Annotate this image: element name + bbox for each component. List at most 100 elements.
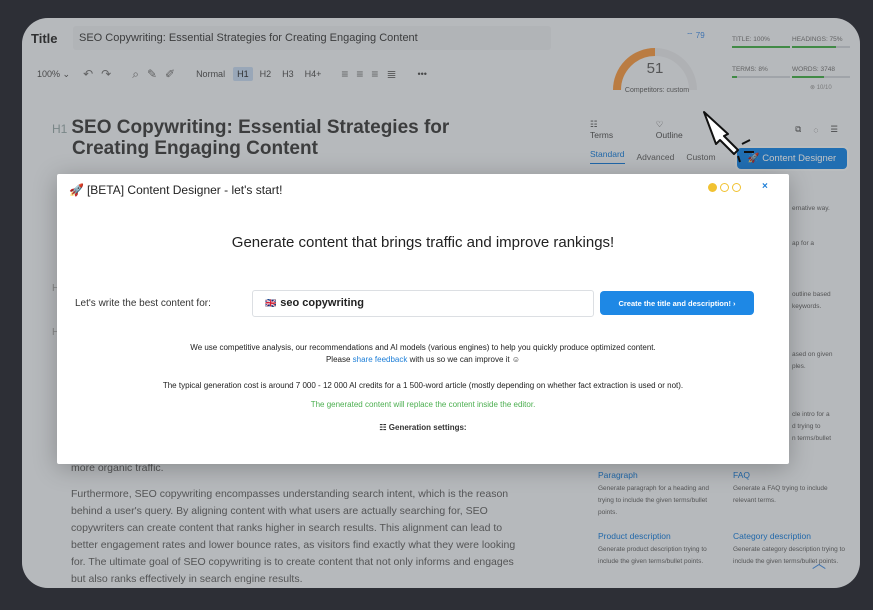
keyword-input[interactable]: 🇬🇧 seo copywriting xyxy=(252,290,594,317)
heading-h1[interactable]: H1 xyxy=(233,67,253,81)
card-faq[interactable]: FAQ Generate a FAQ trying to include rel… xyxy=(733,469,845,507)
outline-icon: ♡ xyxy=(655,119,664,129)
signal-icon: ⌔ xyxy=(686,31,694,40)
generation-settings-toggle[interactable]: ☷ Generation settings: xyxy=(57,423,789,432)
paragraph: Furthermore, SEO copywriting encompasses… xyxy=(71,488,516,585)
cost-text: The typical generation cost is around 7 … xyxy=(162,381,684,390)
tab-terms[interactable]: ☷ Terms xyxy=(590,119,644,140)
close-icon[interactable]: × xyxy=(762,181,768,192)
redo-icon[interactable]: ↷ xyxy=(101,67,111,81)
list-icon: ☷ xyxy=(590,119,598,129)
panel-fragment: outline based xyxy=(792,291,831,298)
list-lines-icon[interactable]: ☰ xyxy=(830,124,838,135)
history-group: ↶ ↷ xyxy=(83,67,119,81)
subtab-standard[interactable]: Standard xyxy=(590,149,625,164)
modal-headline: Generate content that brings traffic and… xyxy=(231,234,615,251)
document-h1[interactable]: H1 SEO Copywriting: Essential Strategies … xyxy=(52,118,552,159)
pen-icon[interactable]: ✎ xyxy=(147,67,157,81)
stat-words: WORDS: 3748 xyxy=(792,66,850,78)
card-title: Product description xyxy=(598,531,671,541)
step-dot xyxy=(720,183,729,192)
heading-h3[interactable]: H3 xyxy=(278,67,298,81)
feedback-prefix: Please xyxy=(325,355,353,364)
info-line: We use competitive analysis, our recomme… xyxy=(190,343,656,352)
card-category-description[interactable]: Category description Generate category d… xyxy=(733,530,845,568)
search-icon[interactable]: ⌕ xyxy=(132,67,139,82)
subtab-advanced[interactable]: Advanced xyxy=(637,152,675,162)
stat-terms: TERMS: 8% xyxy=(732,66,790,78)
panel-fragment: d trying to xyxy=(792,423,821,430)
style-normal[interactable]: Normal xyxy=(196,69,225,79)
tab-terms-label: Terms xyxy=(590,130,614,140)
title-row: Title SEO Copywriting: Essential Strateg… xyxy=(22,18,567,58)
competitors-select[interactable]: Competitors: custom xyxy=(607,87,707,94)
card-title: Paragraph xyxy=(598,470,638,480)
competitors-count-value: 79 xyxy=(695,31,705,40)
highlighter-icon[interactable]: ✐ xyxy=(165,67,175,81)
editor-toolbar: 100% ⌄ ↶ ↷ ⌕ ✎ ✐ Normal H1 H2 H3 H4+ ≡ ≡… xyxy=(22,62,567,86)
more-button[interactable]: ••• xyxy=(418,69,427,79)
feedback-line: Please share feedback with us so we can … xyxy=(57,354,789,366)
title-input[interactable]: SEO Copywriting: Essential Strategies fo… xyxy=(73,26,551,50)
scroll-up-icon[interactable]: ︿ xyxy=(812,553,826,573)
content-designer-label: Content Designer xyxy=(762,153,837,164)
copy-icon[interactable]: ⧉ xyxy=(795,124,801,135)
modal-title-text: [BETA] Content Designer - let's start! xyxy=(86,183,283,197)
card-desc: Generate category description trying to … xyxy=(733,546,846,565)
grade-label: ⊗ 10/10 xyxy=(810,85,832,91)
panel-fragment: keywords. xyxy=(792,303,822,310)
align-justify-icon[interactable]: ≣ xyxy=(386,67,396,81)
stat-label: WORDS: 3748 xyxy=(792,66,835,73)
stat-label: HEADINGS: 75% xyxy=(792,36,843,43)
stat-label: TITLE: 100% xyxy=(732,36,770,43)
score-value: 51 xyxy=(646,60,664,77)
stat-label: TERMS: 8% xyxy=(732,66,768,73)
zoom-value: 100% xyxy=(37,69,61,79)
replace-notice: The generated content will replace the c… xyxy=(310,400,536,409)
h1-tag: H1 xyxy=(52,122,68,136)
align-left-icon[interactable]: ≡ xyxy=(341,67,348,81)
card-product-description[interactable]: Product description Generate product des… xyxy=(598,530,710,568)
panel-fragment: cle intro for a xyxy=(792,411,830,418)
content-designer-modal: 🚀 [BETA] Content Designer - let's start!… xyxy=(57,174,789,464)
keyword-value: seo copywriting xyxy=(280,297,364,309)
title-label: Title xyxy=(31,30,58,46)
panel-fragment: ernative way. xyxy=(792,205,830,212)
align-group: ≡ ≡ ≡ ≣ xyxy=(341,67,404,81)
competitors-count: ⌔ 79 xyxy=(686,31,705,41)
pointer-hand-icon xyxy=(703,111,754,163)
share-feedback-link[interactable]: share feedback xyxy=(353,355,408,364)
step-dot-active xyxy=(708,183,717,192)
create-title-description-button[interactable]: Create the title and description! › xyxy=(600,291,754,315)
h1-line2: Creating Engaging Content xyxy=(72,138,318,159)
keyword-label: Let's write the best content for: xyxy=(75,298,211,309)
modal-title: 🚀 [BETA] Content Designer - let's start! xyxy=(69,183,282,197)
h1-line1: SEO Copywriting: Essential Strategies fo… xyxy=(71,117,450,138)
rocket-icon: 🚀 xyxy=(69,183,84,197)
card-desc: Generate paragraph for a heading and try… xyxy=(598,485,709,516)
align-right-icon[interactable]: ≡ xyxy=(371,67,378,81)
stat-title: TITLE: 100% xyxy=(732,36,790,48)
align-center-icon[interactable]: ≡ xyxy=(356,67,363,81)
card-desc: Generate product description trying to i… xyxy=(598,546,707,565)
tools-group: ⌕ ✎ ✐ xyxy=(132,67,183,82)
step-dot xyxy=(732,183,741,192)
document-body[interactable]: more organic traffic. Furthermore, SEO c… xyxy=(71,460,531,588)
undo-icon[interactable]: ↶ xyxy=(83,67,93,81)
tab-outline-label: Outline xyxy=(655,130,683,140)
panel-fragment: ap for a xyxy=(792,240,815,247)
chat-icon[interactable]: ◌ xyxy=(813,125,818,135)
panel-fragment: ased on given xyxy=(792,351,833,358)
heading-group: Normal H1 H2 H3 H4+ xyxy=(196,67,328,81)
panel-fragment: ples. xyxy=(792,363,806,370)
stat-headings: HEADINGS: 75% xyxy=(792,36,850,48)
panel-fragment: n terms/bullet xyxy=(792,435,832,442)
info-text: We use competitive analysis, our recomme… xyxy=(57,342,789,366)
uk-flag-icon: 🇬🇧 xyxy=(265,298,277,308)
card-desc: Generate a FAQ trying to include relevan… xyxy=(733,485,828,504)
zoom-select[interactable]: 100% ⌄ xyxy=(37,69,70,80)
card-paragraph[interactable]: Paragraph Generate paragraph for a headi… xyxy=(598,469,710,519)
step-indicator xyxy=(708,183,744,192)
heading-h4[interactable]: H4+ xyxy=(301,67,326,81)
heading-h2[interactable]: H2 xyxy=(256,67,276,81)
